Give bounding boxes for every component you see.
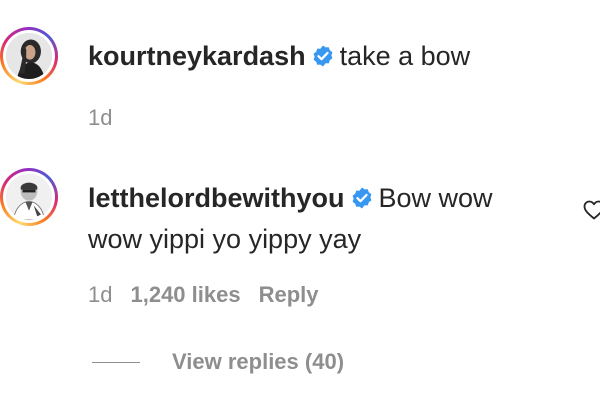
heart-outline-icon[interactable] [582, 198, 600, 222]
view-replies-button[interactable]: View replies (40) [172, 348, 344, 376]
avatar[interactable] [0, 27, 58, 85]
replies-divider [92, 362, 140, 363]
comment-timestamp: 1d [88, 105, 113, 130]
username-link[interactable]: kourtneykardash [88, 41, 306, 71]
comment-text-line: letthelordbewithyou Bow wow [88, 181, 493, 215]
reply-button[interactable]: Reply [259, 282, 319, 307]
verified-badge-icon [350, 186, 374, 210]
username-link[interactable]: letthelordbewithyou [88, 183, 345, 213]
profile-photo-image [6, 174, 52, 220]
comment-text-line-2: wow yippi yo yippy yay [88, 222, 361, 256]
comment-timestamp: 1d [88, 282, 113, 307]
comment-meta: 1d [88, 104, 130, 132]
verified-badge-icon [311, 44, 335, 68]
comment-text-line: kourtneykardash take a bow [88, 39, 470, 73]
profile-photo-image [6, 33, 52, 79]
comment-text: Bow wow [378, 183, 493, 213]
likes-count-link[interactable]: 1,240 likes [130, 282, 240, 307]
comment-text: take a bow [339, 41, 471, 71]
comment-text-continued: wow yippi yo yippy yay [88, 224, 362, 254]
avatar[interactable] [0, 168, 58, 226]
comment-meta: 1d 1,240 likes Reply [88, 281, 337, 309]
